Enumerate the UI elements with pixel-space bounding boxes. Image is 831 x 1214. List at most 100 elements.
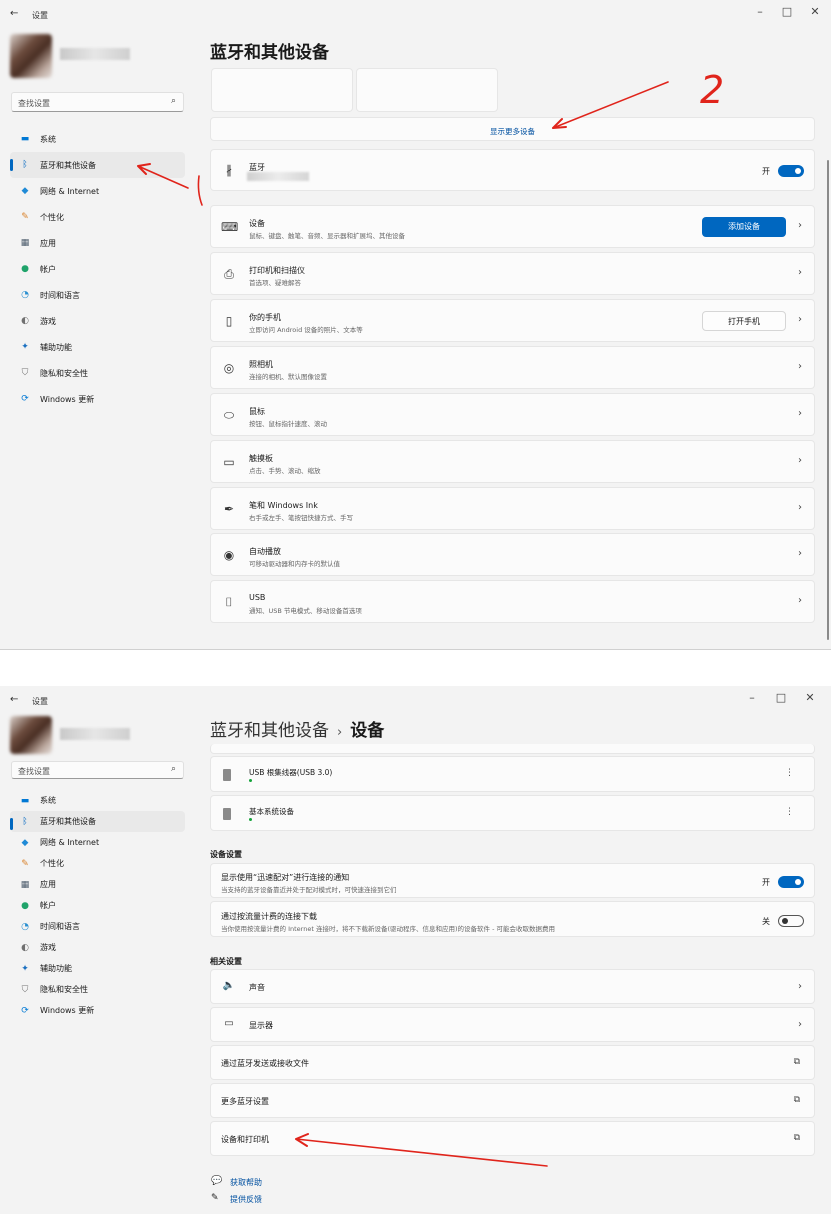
gaming-icon: ◐ [21,316,29,326]
sidebar-item-network[interactable]: ◆ 网络 & Internet [10,178,185,204]
sidebar-item-privacy[interactable]: ⛉ 隐私和安全性 [10,979,185,1000]
setting-title: 触摸板 [249,454,273,463]
bluetooth-icon: ᛒ [22,160,28,170]
sidebar-item-gaming[interactable]: ◐ 游戏 [10,937,185,958]
feedback-link[interactable]: 提供反馈 [230,1194,262,1205]
close-button[interactable]: ✕ [800,691,820,704]
sidebar-item-gaming[interactable]: ◐ 游戏 [10,308,185,334]
phone-icon: ▯ [225,314,233,328]
sidebar-item-label: Windows 更新 [40,394,95,404]
sidebar-item-privacy[interactable]: ⛉ 隐私和安全性 [10,360,185,386]
sidebar-item-apps[interactable]: ▦ 应用 [10,874,185,895]
sidebar-item-account[interactable]: ● 帐户 [10,256,185,282]
external-link-icon: ⧉ [793,1057,800,1067]
more-options-icon[interactable]: ⋮ [785,768,794,778]
back-arrow-icon[interactable]: ← [10,8,18,19]
sidebar-item-label: 隐私和安全性 [40,368,88,378]
related-setting-row[interactable]: 更多蓝牙设置 ⧉ [210,1083,815,1118]
close-button[interactable]: ✕ [805,5,825,18]
sidebar-item-accessibility[interactable]: ✦ 辅助功能 [10,958,185,979]
device-item[interactable]: USB 根集线器(USB 3.0) ⋮ [210,756,815,792]
setting-row-usb[interactable]: ⌷ USB 通知、USB 节电模式、移动设备首选项 › [210,580,815,623]
minimize-button[interactable]: – [742,691,762,704]
network-icon: ◆ [21,186,29,196]
sidebar-item-update[interactable]: ⟳ Windows 更新 [10,1000,185,1021]
setting-title: 设备 [249,219,265,228]
search-placeholder: 查找设置 [18,767,50,776]
more-options-icon[interactable]: ⋮ [785,807,794,817]
sidebar-item-update[interactable]: ⟳ Windows 更新 [10,386,185,412]
related-setting-row[interactable]: ▭ 显示器 › [210,1007,815,1042]
window-title: 设置 [32,697,48,706]
setting-row-printer[interactable]: ⎙ 打印机和扫描仪 首选项、疑难解答 › [210,252,815,295]
breadcrumb-parent[interactable]: 蓝牙和其他设备 [210,721,329,741]
setting-row-phone[interactable]: ▯ 你的手机 立即访问 Android 设备的照片、文本等 打开手机 › [210,299,815,342]
sidebar-item-label: 蓝牙和其他设备 [40,160,96,170]
sidebar-item-label: 游戏 [40,316,56,326]
sidebar-nav: ▬ 系统 ᛒ 蓝牙和其他设备 ◆ 网络 & Internet ✎ 个性化 ▦ 应用 ● 帐户 ◔ 时间和语… [10,790,185,1021]
speaker-icon: 🔈 [222,980,236,991]
sidebar-item-time-language[interactable]: ◔ 时间和语言 [10,282,185,308]
back-arrow-icon[interactable]: ← [10,694,18,705]
minimize-button[interactable]: – [750,5,770,18]
sidebar-item-bluetooth[interactable]: ᛒ 蓝牙和其他设备 [10,152,185,178]
user-profile [10,716,180,764]
sidebar-item-label: 个性化 [40,212,64,222]
setting-row-autoplay[interactable]: ◉ 自动播放 可移动驱动器和内存卡的默认值 › [210,533,815,576]
setting-row-mouse[interactable]: ⬭ 鼠标 按钮、鼠标指针速度、滚动 › [210,393,815,436]
get-help-link[interactable]: 获取帮助 [230,1177,262,1188]
chevron-right-icon: › [798,595,802,606]
add-device-button[interactable]: 添加设备 [702,217,786,237]
device-tile[interactable] [211,68,353,112]
device-item[interactable]: 基本系统设备 ⋮ [210,795,815,831]
apps-icon: ▦ [20,879,30,890]
maximize-button[interactable]: □ [771,691,791,704]
chevron-right-icon: › [798,361,802,372]
sidebar-item-label: Windows 更新 [40,1006,95,1015]
devices-icon: ⌨ [221,220,239,234]
show-more-label: 显示更多设备 [490,127,535,136]
maximize-button[interactable]: □ [777,5,797,18]
device-tile[interactable] [356,68,498,112]
sidebar-item-brush[interactable]: ✎ 个性化 [10,204,185,230]
setting-row-camera[interactable]: ◎ 照相机 连接的相机、默认图像设置 › [210,346,815,389]
setting-row-devices[interactable]: ⌨ 设备 鼠标、键盘、触笔、音频、显示器和扩展坞、其他设备 添加设备 › [210,205,815,248]
apps-icon: ▦ [20,238,30,248]
setting-row-pen[interactable]: ✒ 笔和 Windows Ink 右手或左手、笔按钮快捷方式、手写 › [210,487,815,530]
chevron-right-icon: › [798,408,802,419]
swift-pair-toggle-label: 开 [762,878,770,887]
search-input[interactable]: 查找设置 ⌕ [11,761,184,779]
setting-title: 打印机和扫描仪 [249,266,305,275]
sidebar-item-account[interactable]: ● 帐户 [10,895,185,916]
related-setting-row[interactable]: 通过蓝牙发送或接收文件 ⧉ [210,1045,815,1080]
chevron-right-icon: › [798,267,802,278]
related-setting-title: 更多蓝牙设置 [221,1097,269,1106]
metered-title: 通过按流量计费的连接下载 [221,912,317,921]
related-setting-row[interactable]: 🔈 声音 › [210,969,815,1004]
sidebar-item-system[interactable]: ▬ 系统 [10,126,185,152]
autoplay-icon: ◉ [223,548,235,562]
sidebar-item-accessibility[interactable]: ✦ 辅助功能 [10,334,185,360]
bluetooth-toggle[interactable] [778,165,804,177]
metered-toggle[interactable] [778,915,804,927]
open-phone-button[interactable]: 打开手机 [702,311,786,331]
scrollbar[interactable] [827,160,829,640]
related-setting-row[interactable]: 设备和打印机 ⧉ [210,1121,815,1156]
setting-row-touchpad[interactable]: ▭ 触摸板 点击、手势、滚动、缩放 › [210,440,815,483]
sidebar-item-label: 帐户 [40,901,56,910]
swift-pair-toggle[interactable] [778,876,804,888]
sidebar-item-time-language[interactable]: ◔ 时间和语言 [10,916,185,937]
setting-title: 笔和 Windows Ink [249,501,318,510]
setting-desc: 连接的相机、默认图像设置 [249,373,327,381]
sidebar-item-network[interactable]: ◆ 网络 & Internet [10,832,185,853]
sidebar-item-system[interactable]: ▬ 系统 [10,790,185,811]
sidebar-item-bluetooth[interactable]: ᛒ 蓝牙和其他设备 [10,811,185,832]
show-more-devices-button[interactable]: 显示更多设备 [210,117,815,141]
chevron-right-icon: › [798,981,802,992]
search-input[interactable]: 查找设置 ⌕ [11,92,184,112]
external-link-icon: ⧉ [793,1095,800,1105]
sidebar-item-brush[interactable]: ✎ 个性化 [10,853,185,874]
touchpad-icon: ▭ [223,455,235,469]
search-icon: ⌕ [170,764,176,774]
sidebar-item-apps[interactable]: ▦ 应用 [10,230,185,256]
